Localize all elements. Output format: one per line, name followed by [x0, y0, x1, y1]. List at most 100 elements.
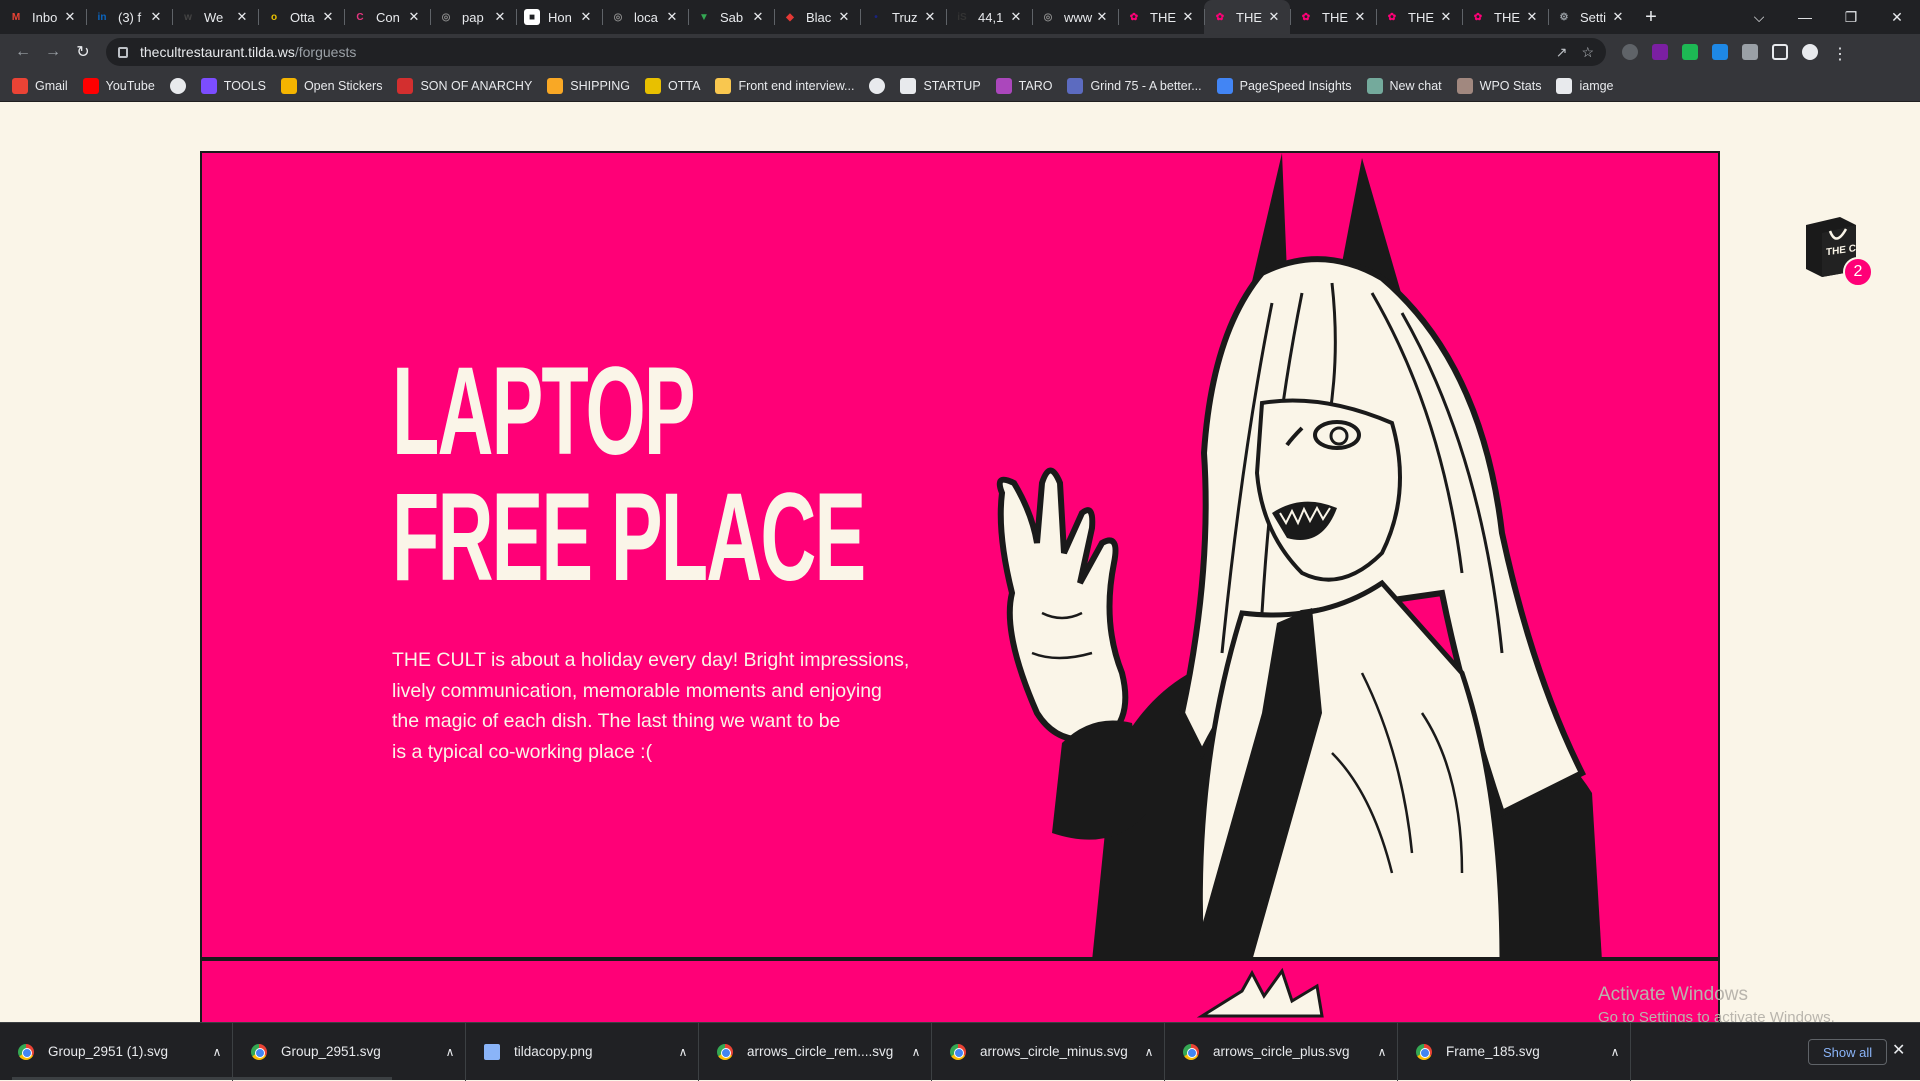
puzzle-icon[interactable]: [1742, 44, 1758, 60]
download-item[interactable]: arrows_circle_rem....svg ∧: [699, 1022, 932, 1081]
bookmark-item[interactable]: Open Stickers: [280, 77, 382, 94]
tab-close-icon[interactable]: ✕: [320, 9, 336, 25]
tab-search-icon[interactable]: ⌵: [1736, 9, 1782, 26]
close-downloads-icon[interactable]: ✕: [1892, 1040, 1905, 1060]
browser-tab[interactable]: w We ✕: [172, 0, 258, 34]
show-all-downloads-button[interactable]: Show all: [1808, 1039, 1888, 1065]
extension-icon[interactable]: [1622, 44, 1638, 60]
profile-avatar[interactable]: [1802, 44, 1818, 60]
bookmark-item[interactable]: New chat: [1366, 77, 1442, 94]
close-window-icon[interactable]: ✕: [1874, 9, 1920, 26]
tab-close-icon[interactable]: ✕: [234, 9, 250, 25]
bookmark-item[interactable]: Grind 75 - A better...: [1067, 77, 1202, 94]
browser-tab[interactable]: ⚙ Setti ✕: [1548, 0, 1634, 34]
browser-tab[interactable]: o Otta ✕: [258, 0, 344, 34]
bookmark-favicon-icon: [645, 77, 662, 94]
browser-tab[interactable]: ◎ pap ✕: [430, 0, 516, 34]
chevron-up-icon[interactable]: ∧: [435, 1045, 465, 1059]
tab-close-icon[interactable]: ✕: [1438, 9, 1454, 25]
bookmark-item[interactable]: TARO: [995, 77, 1052, 94]
browser-tab[interactable]: ◎ loca ✕: [602, 0, 688, 34]
share-icon[interactable]: ↗: [1556, 44, 1568, 61]
bookmark-item[interactable]: [869, 77, 886, 94]
bookmark-item[interactable]: OTTA: [645, 77, 700, 94]
forward-button[interactable]: →: [38, 37, 68, 67]
browser-tab[interactable]: ■ Hon ✕: [516, 0, 602, 34]
tab-close-icon[interactable]: ✕: [1352, 9, 1368, 25]
new-tab-button[interactable]: +: [1634, 6, 1668, 29]
bookmark-star-icon[interactable]: ☆: [1581, 44, 1594, 61]
browser-tab[interactable]: ✿ THE ✕: [1290, 0, 1376, 34]
tab-close-icon[interactable]: ✕: [406, 9, 422, 25]
chevron-up-icon[interactable]: ∧: [202, 1045, 232, 1059]
download-extension-icon[interactable]: [1652, 44, 1668, 60]
browser-tab[interactable]: ◆ Blac ✕: [774, 0, 860, 34]
tab-favicon-icon: ▼: [699, 11, 709, 23]
bookmark-item[interactable]: iamge: [1556, 77, 1614, 94]
bookmark-item[interactable]: SHIPPING: [547, 77, 630, 94]
browser-tab[interactable]: • Truz ✕: [860, 0, 946, 34]
menu-icon[interactable]: ⋮: [1832, 44, 1848, 63]
browser-tab[interactable]: ✿ THE ✕: [1118, 0, 1204, 34]
bookmark-item[interactable]: SON OF ANARCHY: [397, 77, 533, 94]
bookmark-item[interactable]: Gmail: [12, 77, 68, 94]
download-item[interactable]: Frame_185.svg ∧: [1398, 1022, 1631, 1081]
download-item[interactable]: arrows_circle_minus.svg ∧: [932, 1022, 1165, 1081]
tab-close-icon[interactable]: ✕: [1180, 9, 1196, 25]
download-filename: arrows_circle_rem....svg: [747, 1044, 894, 1059]
tab-title: Inbo: [32, 9, 58, 25]
browser-tab[interactable]: C Con ✕: [344, 0, 430, 34]
browser-tab[interactable]: in (3) f ✕: [86, 0, 172, 34]
bookmark-item[interactable]: WPO Stats: [1456, 77, 1541, 94]
bookmark-item[interactable]: STARTUP: [900, 77, 981, 94]
chevron-up-icon[interactable]: ∧: [1134, 1045, 1164, 1059]
tab-close-icon[interactable]: ✕: [1610, 9, 1626, 25]
browser-tab[interactable]: ▼ Sab ✕: [688, 0, 774, 34]
bookmark-item[interactable]: Front end interview...: [715, 77, 854, 94]
chevron-up-icon[interactable]: ∧: [1600, 1045, 1630, 1059]
tab-close-icon[interactable]: ✕: [1008, 9, 1024, 25]
download-item[interactable]: Group_2951.svg ∧: [233, 1022, 466, 1081]
tab-close-icon[interactable]: ✕: [492, 9, 508, 25]
tab-close-icon[interactable]: ✕: [578, 9, 594, 25]
bookmark-label: SON OF ANARCHY: [420, 78, 533, 93]
chevron-up-icon[interactable]: ∧: [901, 1045, 931, 1059]
browser-tab[interactable]: iS 44,1 ✕: [946, 0, 1032, 34]
chevron-up-icon[interactable]: ∧: [1367, 1045, 1397, 1059]
tab-close-icon[interactable]: ✕: [750, 9, 766, 25]
bookmark-item[interactable]: [169, 77, 186, 94]
browser-tab[interactable]: ✿ THE ✕: [1376, 0, 1462, 34]
tab-close-icon[interactable]: ✕: [836, 9, 852, 25]
chevron-up-icon[interactable]: ∧: [668, 1045, 698, 1059]
url-host: thecultrestaurant.tilda.ws: [140, 44, 295, 60]
browser-tab[interactable]: M Inbo ✕: [0, 0, 86, 34]
download-item[interactable]: Group_2951 (1).svg ∧: [0, 1022, 233, 1081]
tab-close-icon[interactable]: ✕: [148, 9, 164, 25]
tab-favicon-icon: iS: [957, 11, 967, 23]
browser-tab[interactable]: ◎ www ✕: [1032, 0, 1118, 34]
download-item[interactable]: arrows_circle_plus.svg ∧: [1165, 1022, 1398, 1081]
bookmark-item[interactable]: TOOLS: [200, 77, 266, 94]
bookmark-item[interactable]: PageSpeed Insights: [1216, 77, 1352, 94]
download-filename: arrows_circle_plus.svg: [1213, 1044, 1350, 1059]
side-panel-icon[interactable]: [1772, 44, 1788, 60]
bookmark-item[interactable]: YouTube: [82, 77, 155, 94]
tab-close-icon[interactable]: ✕: [1266, 9, 1282, 25]
back-button[interactable]: ←: [8, 37, 38, 67]
browser-tab[interactable]: ✿ THE ✕: [1462, 0, 1548, 34]
tab-close-icon[interactable]: ✕: [664, 9, 680, 25]
download-item[interactable]: tildacopy.png ∧: [466, 1022, 699, 1081]
reload-button[interactable]: ↻: [68, 37, 98, 67]
address-bar[interactable]: thecultrestaurant.tilda.ws/forguests ↗ ☆: [106, 38, 1606, 66]
minimize-icon[interactable]: —: [1782, 9, 1828, 25]
tab-close-icon[interactable]: ✕: [1524, 9, 1540, 25]
restore-icon[interactable]: ❐: [1828, 9, 1874, 26]
tab-close-icon[interactable]: ✕: [1094, 9, 1110, 25]
tab-favicon-icon: o: [270, 11, 278, 23]
tab-close-icon[interactable]: ✕: [62, 9, 78, 25]
blue-extension-icon[interactable]: [1712, 44, 1728, 60]
tab-close-icon[interactable]: ✕: [922, 9, 938, 25]
green-extension-icon[interactable]: [1682, 44, 1698, 60]
browser-tab[interactable]: ✿ THE ✕: [1204, 0, 1290, 34]
tab-title: www: [1064, 9, 1093, 25]
